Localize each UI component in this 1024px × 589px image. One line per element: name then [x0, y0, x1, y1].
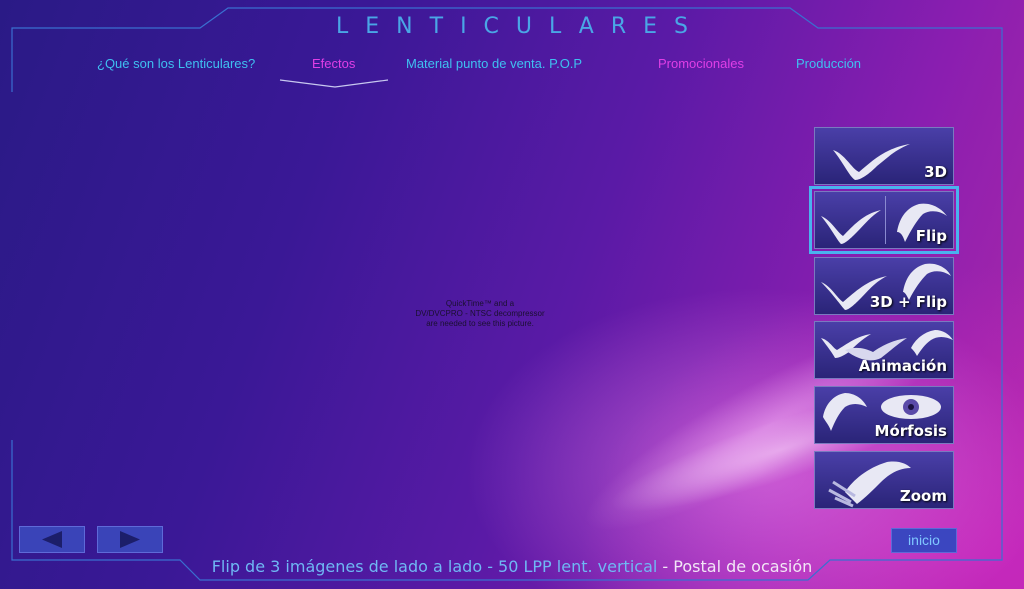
prev-button[interactable]	[19, 526, 85, 553]
next-button[interactable]	[97, 526, 163, 553]
caption-main: Flip de 3 imágenes de lado a lado - 50 L…	[211, 557, 658, 576]
effect-animacion-button[interactable]: Animación	[814, 321, 954, 379]
nav-que-son[interactable]: ¿Qué son los Lenticulares?	[97, 56, 255, 71]
effect-3d-button[interactable]: 3D	[814, 127, 954, 185]
effect-3d-flip-button[interactable]: 3D + Flip	[814, 257, 954, 315]
effect-flip-button[interactable]: Flip	[809, 186, 959, 254]
effect-morfosis-label: Mórfosis	[874, 422, 947, 440]
nav-promocionales[interactable]: Promocionales	[658, 56, 744, 71]
video-placeholder-line: are needed to see this picture.	[426, 319, 534, 328]
effect-3d-flip-label: 3D + Flip	[869, 293, 947, 311]
effect-morfosis-button[interactable]: Mórfosis	[814, 386, 954, 444]
effect-flip-label: Flip	[915, 227, 947, 245]
nav-efectos[interactable]: Efectos	[312, 56, 355, 71]
caption-tail: Postal de ocasión	[673, 557, 813, 576]
video-placeholder: QuickTime™ and a DV/DVCPRO - NTSC decomp…	[395, 299, 565, 329]
nav-produccion[interactable]: Producción	[796, 56, 861, 71]
video-placeholder-line: DV/DVCPRO - NTSC decompressor	[415, 309, 545, 318]
site-title: LENTICULARES	[336, 14, 705, 39]
effect-3d-label: 3D	[924, 163, 947, 181]
effect-caption: Flip de 3 imágenes de lado a lado - 50 L…	[0, 557, 1024, 576]
arrow-left-icon	[42, 531, 62, 548]
effect-zoom-label: Zoom	[899, 487, 947, 505]
effect-flip-divider	[885, 196, 886, 244]
nav-material-pop[interactable]: Material punto de venta. P.O.P	[406, 56, 582, 71]
video-placeholder-line: QuickTime™ and a	[445, 299, 515, 308]
effect-zoom-button[interactable]: Zoom	[814, 451, 954, 509]
home-button[interactable]: inicio	[891, 528, 957, 553]
effect-animacion-label: Animación	[858, 357, 947, 375]
arrow-right-icon	[120, 531, 140, 548]
caption-separator: -	[657, 557, 674, 576]
